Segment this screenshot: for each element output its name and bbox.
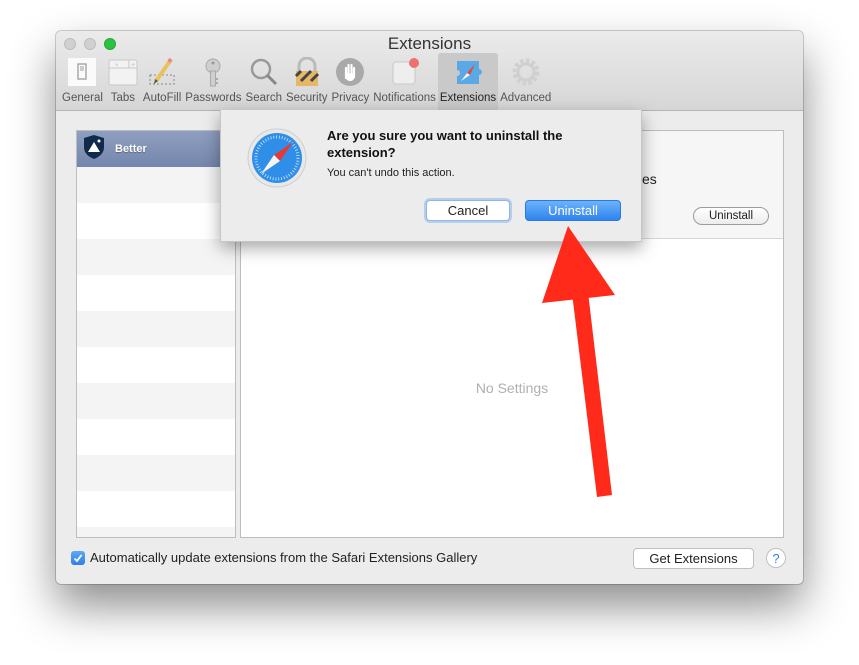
tab-label: Notifications <box>373 92 436 104</box>
magnifier-icon <box>248 56 280 88</box>
extensions-list: Better <box>76 130 236 538</box>
tab-label: General <box>62 92 103 104</box>
empty-list-row <box>77 455 235 491</box>
tab-label: AutoFill <box>142 92 182 104</box>
titlebar: Extensions General + × Tabs AutoFill Pas… <box>56 31 803 111</box>
no-settings-label: No Settings <box>475 380 549 396</box>
empty-list-row <box>77 527 235 537</box>
general-switch-icon <box>66 56 98 88</box>
window-title: Extensions <box>387 34 472 53</box>
better-shield-icon <box>83 134 105 165</box>
auto-update-label: Automatically update extensions from the… <box>90 550 478 565</box>
tab-label: Tabs <box>110 92 136 104</box>
footer-bar: Automatically update extensions from the… <box>56 541 803 584</box>
empty-list-row <box>77 239 235 275</box>
tab-privacy[interactable]: Privacy <box>330 53 372 110</box>
empty-list-row <box>77 347 235 383</box>
empty-list-row <box>77 167 235 203</box>
puzzle-compass-icon <box>452 56 484 88</box>
dialog-uninstall-button[interactable]: Uninstall <box>525 200 621 221</box>
help-button[interactable]: ? <box>766 548 786 568</box>
uninstall-extension-button[interactable]: Uninstall <box>693 207 769 225</box>
gear-icon <box>510 56 542 88</box>
tab-label: Security <box>285 92 328 104</box>
get-extensions-button[interactable]: Get Extensions <box>633 548 754 569</box>
tab-search[interactable]: Search <box>244 53 284 110</box>
auto-update-option[interactable]: Automatically update extensions from the… <box>71 550 477 565</box>
dialog-title: Are you sure you want to uninstall the e… <box>327 128 563 160</box>
tab-advanced[interactable]: Advanced <box>498 53 553 110</box>
svg-text:+: + <box>131 62 135 69</box>
empty-list-row <box>77 419 235 455</box>
padlock-icon <box>291 56 323 88</box>
safari-compass-icon <box>247 128 307 188</box>
hand-icon <box>334 56 366 88</box>
tabs-icon: + × <box>107 56 139 88</box>
tab-label: Search <box>245 92 282 104</box>
pencil-icon <box>146 56 178 88</box>
empty-list-row <box>77 203 235 239</box>
tab-label: Extensions <box>439 92 497 104</box>
tab-tabs[interactable]: + × Tabs <box>105 53 141 110</box>
tab-notifications[interactable]: Notifications <box>371 53 438 110</box>
dialog-cancel-button[interactable]: Cancel <box>426 200 510 221</box>
empty-list-row <box>77 491 235 527</box>
notification-badge-icon <box>389 56 421 88</box>
tab-autofill[interactable]: AutoFill <box>141 53 183 110</box>
extension-list-item[interactable]: Better <box>77 131 235 167</box>
tab-label: Passwords <box>185 92 242 104</box>
auto-update-checkbox[interactable] <box>71 550 85 565</box>
checkmark-icon <box>73 553 83 562</box>
extension-name: Better <box>115 143 147 155</box>
empty-list-row <box>77 275 235 311</box>
svg-text:×: × <box>115 63 119 69</box>
uninstall-confirmation-dialog: Are you sure you want to uninstall the e… <box>220 110 642 242</box>
empty-list-row <box>77 383 235 419</box>
key-icon <box>197 56 229 88</box>
tab-passwords[interactable]: Passwords <box>183 53 243 110</box>
tab-label: Privacy <box>331 92 370 104</box>
preferences-toolbar: General + × Tabs AutoFill Passwords Sear… <box>60 53 553 110</box>
tab-extensions[interactable]: Extensions <box>437 53 499 110</box>
tab-security[interactable]: Security <box>284 53 330 110</box>
tab-general[interactable]: General <box>60 53 105 110</box>
empty-list-row <box>77 311 235 347</box>
tab-label: Advanced <box>500 92 552 104</box>
dialog-message: You can't undo this action. <box>327 167 455 179</box>
